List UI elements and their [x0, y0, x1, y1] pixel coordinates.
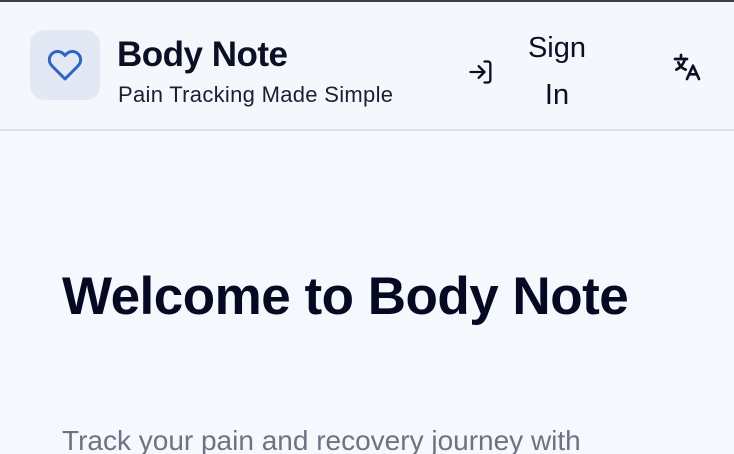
sign-in-button[interactable]: Sign In [466, 22, 626, 122]
sign-in-label: Sign In [527, 32, 587, 111]
heart-icon [47, 49, 83, 81]
main-content: Welcome to Body Note Track your pain and… [0, 131, 734, 454]
sign-in-icon [466, 57, 496, 87]
app-title: Body Note [117, 35, 288, 74]
welcome-heading: Welcome to Body Note [62, 267, 629, 326]
welcome-description: Track your pain and recovery journey wit… [62, 425, 581, 454]
language-button[interactable] [668, 48, 706, 86]
app-logo[interactable] [30, 30, 100, 100]
translate-icon [673, 53, 701, 81]
app-tagline: Pain Tracking Made Simple [118, 82, 394, 107]
app-header: Body Note Pain Tracking Made Simple Sign… [0, 2, 734, 131]
